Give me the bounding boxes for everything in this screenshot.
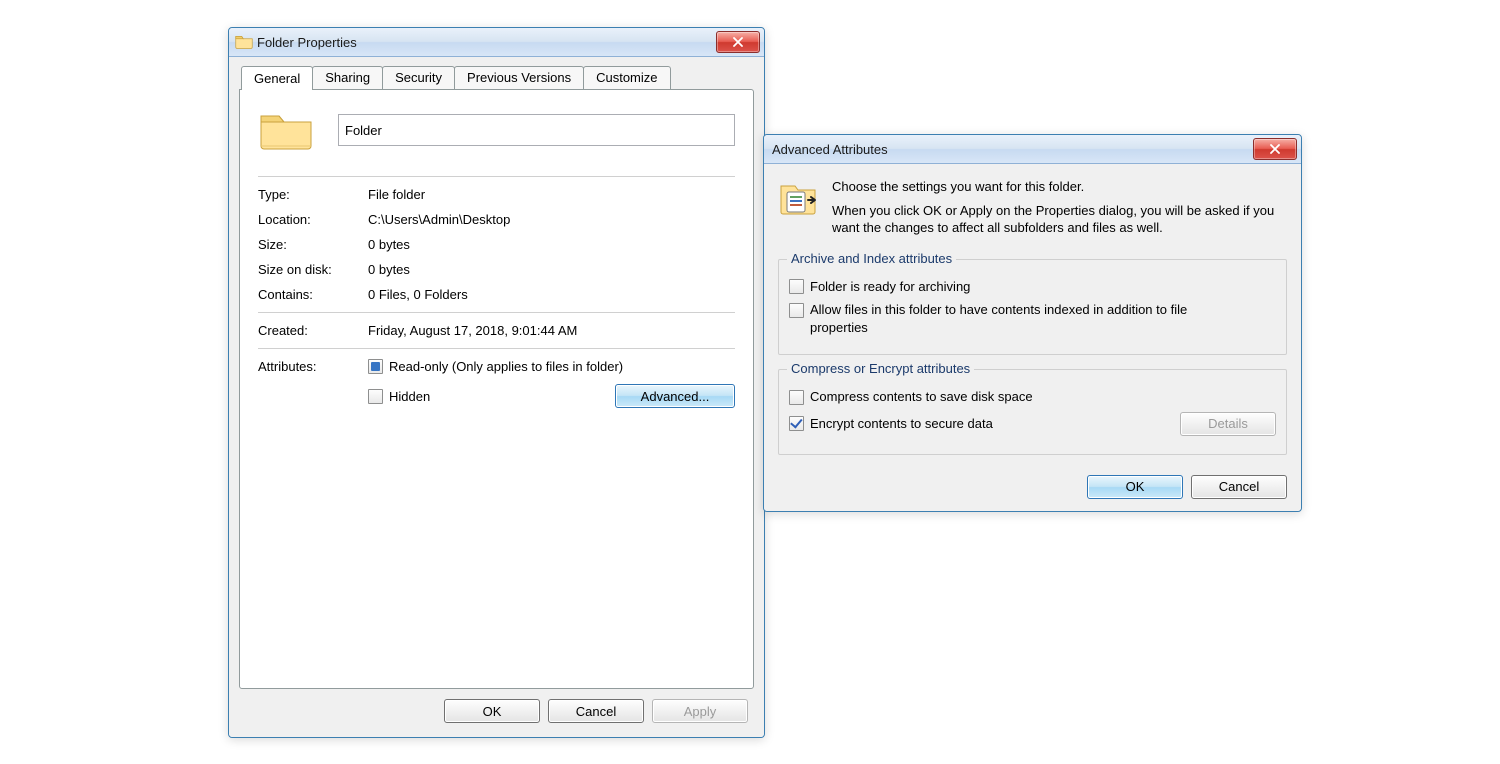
ok-button[interactable]: OK: [1087, 475, 1183, 499]
label-attributes: Attributes:: [258, 359, 368, 374]
checkbox-box-icon: [368, 389, 383, 404]
dialog-button-row: OK Cancel: [778, 469, 1287, 499]
checkbox-compress[interactable]: Compress contents to save disk space: [789, 388, 1033, 406]
checkbox-encrypt[interactable]: Encrypt contents to secure data: [789, 415, 993, 433]
dialog-body: General Sharing Security Previous Versio…: [229, 57, 764, 737]
group-archive-index: Archive and Index attributes Folder is r…: [778, 259, 1287, 356]
advanced-button[interactable]: Advanced...: [615, 384, 735, 408]
separator: [258, 176, 735, 177]
cancel-button[interactable]: Cancel: [1191, 475, 1287, 499]
apply-button[interactable]: Apply: [652, 699, 748, 723]
cancel-button[interactable]: Cancel: [548, 699, 644, 723]
checkbox-encrypt-label: Encrypt contents to secure data: [810, 415, 993, 433]
separator: [258, 312, 735, 313]
advanced-message-2: When you click OK or Apply on the Proper…: [832, 202, 1287, 237]
folder-properties-window: Folder Properties General Sharing Securi…: [228, 27, 765, 738]
checkbox-archive-label: Folder is ready for archiving: [810, 278, 970, 296]
close-button[interactable]: [716, 31, 760, 53]
value-size: 0 bytes: [368, 237, 735, 252]
checkbox-hidden-label: Hidden: [389, 389, 430, 404]
group-compress-title: Compress or Encrypt attributes: [787, 361, 974, 376]
window-title: Folder Properties: [253, 35, 716, 50]
checkbox-hidden[interactable]: Hidden: [368, 389, 430, 404]
checkbox-compress-label: Compress contents to save disk space: [810, 388, 1033, 406]
folder-icon-large: [258, 108, 314, 152]
value-location: C:\Users\Admin\Desktop: [368, 212, 735, 227]
folder-icon: [235, 33, 253, 52]
tab-security[interactable]: Security: [382, 66, 455, 90]
label-size-on-disk: Size on disk:: [258, 262, 368, 277]
checkbox-index-label: Allow files in this folder to have conte…: [810, 301, 1240, 336]
dialog-body: Choose the settings you want for this fo…: [764, 164, 1301, 511]
checkbox-readonly-label: Read-only (Only applies to files in fold…: [389, 359, 623, 374]
advanced-attributes-window: Advanced Attributes Choose the settings …: [763, 134, 1302, 512]
checkbox-box-icon: [368, 359, 383, 374]
close-button[interactable]: [1253, 138, 1297, 160]
tab-general[interactable]: General: [241, 66, 313, 90]
tab-customize[interactable]: Customize: [583, 66, 670, 90]
value-type: File folder: [368, 187, 735, 202]
tab-panel-general: Type:File folder Location:C:\Users\Admin…: [239, 89, 754, 689]
checkbox-box-icon: [789, 390, 804, 405]
separator: [258, 348, 735, 349]
checkbox-box-icon: [789, 303, 804, 318]
tab-sharing[interactable]: Sharing: [312, 66, 383, 90]
checkbox-index[interactable]: Allow files in this folder to have conte…: [789, 301, 1240, 336]
advanced-message-1: Choose the settings you want for this fo…: [832, 178, 1287, 196]
details-button[interactable]: Details: [1180, 412, 1276, 436]
label-type: Type:: [258, 187, 368, 202]
attributes-icon: [778, 178, 818, 218]
titlebar[interactable]: Folder Properties: [229, 28, 764, 57]
label-contains: Contains:: [258, 287, 368, 302]
checkbox-archive[interactable]: Folder is ready for archiving: [789, 278, 970, 296]
label-location: Location:: [258, 212, 368, 227]
checkbox-box-icon: [789, 279, 804, 294]
window-title: Advanced Attributes: [770, 142, 1253, 157]
titlebar[interactable]: Advanced Attributes: [764, 135, 1301, 164]
tab-previous-versions[interactable]: Previous Versions: [454, 66, 584, 90]
value-size-on-disk: 0 bytes: [368, 262, 735, 277]
group-archive-title: Archive and Index attributes: [787, 251, 956, 266]
value-created: Friday, August 17, 2018, 9:01:44 AM: [368, 323, 735, 338]
label-size: Size:: [258, 237, 368, 252]
group-compress-encrypt: Compress or Encrypt attributes Compress …: [778, 369, 1287, 455]
ok-button[interactable]: OK: [444, 699, 540, 723]
tabstrip: General Sharing Security Previous Versio…: [241, 65, 754, 89]
checkbox-readonly[interactable]: Read-only (Only applies to files in fold…: [368, 359, 623, 374]
value-contains: 0 Files, 0 Folders: [368, 287, 735, 302]
checkbox-box-icon: [789, 416, 804, 431]
dialog-button-row: OK Cancel Apply: [239, 689, 754, 727]
folder-name-input[interactable]: [338, 114, 735, 146]
label-created: Created:: [258, 323, 368, 338]
